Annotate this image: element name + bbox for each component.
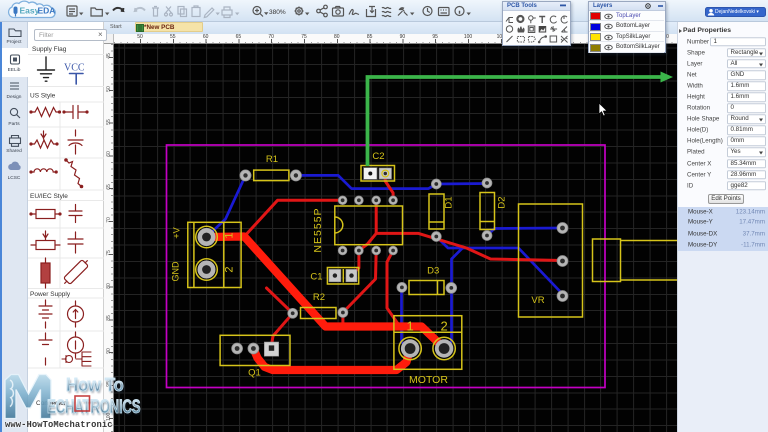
svg-text:2: 2 bbox=[440, 319, 447, 334]
svg-text:R1: R1 bbox=[265, 154, 277, 165]
svg-text:380%: 380% bbox=[269, 9, 286, 16]
svg-text:D1: D1 bbox=[443, 196, 454, 208]
svg-text:Q1: Q1 bbox=[248, 368, 261, 379]
svg-text:EDA: EDA bbox=[38, 6, 56, 16]
svg-text:Supply Flag: Supply Flag bbox=[32, 46, 67, 53]
svg-text:2: 2 bbox=[223, 266, 235, 272]
svg-text:GND: GND bbox=[170, 261, 180, 282]
svg-text:D3: D3 bbox=[427, 266, 439, 277]
svg-text:MOTOR: MOTOR bbox=[409, 374, 448, 386]
svg-text:NE555P: NE555P bbox=[312, 207, 324, 252]
svg-text:VCC: VCC bbox=[64, 63, 85, 74]
svg-text:Power Supply: Power Supply bbox=[30, 291, 71, 298]
svg-text:1: 1 bbox=[406, 319, 413, 334]
svg-text:EU/IEC Style: EU/IEC Style bbox=[30, 193, 68, 200]
svg-text:C2: C2 bbox=[372, 151, 384, 162]
svg-text:1: 1 bbox=[223, 232, 235, 238]
svg-text:R2: R2 bbox=[312, 292, 324, 303]
svg-text:C1: C1 bbox=[310, 272, 322, 283]
svg-text:D2: D2 bbox=[496, 196, 507, 208]
svg-text:US Style: US Style bbox=[30, 93, 56, 100]
svg-text:+V: +V bbox=[171, 227, 181, 238]
svg-text:VR: VR bbox=[531, 295, 544, 306]
